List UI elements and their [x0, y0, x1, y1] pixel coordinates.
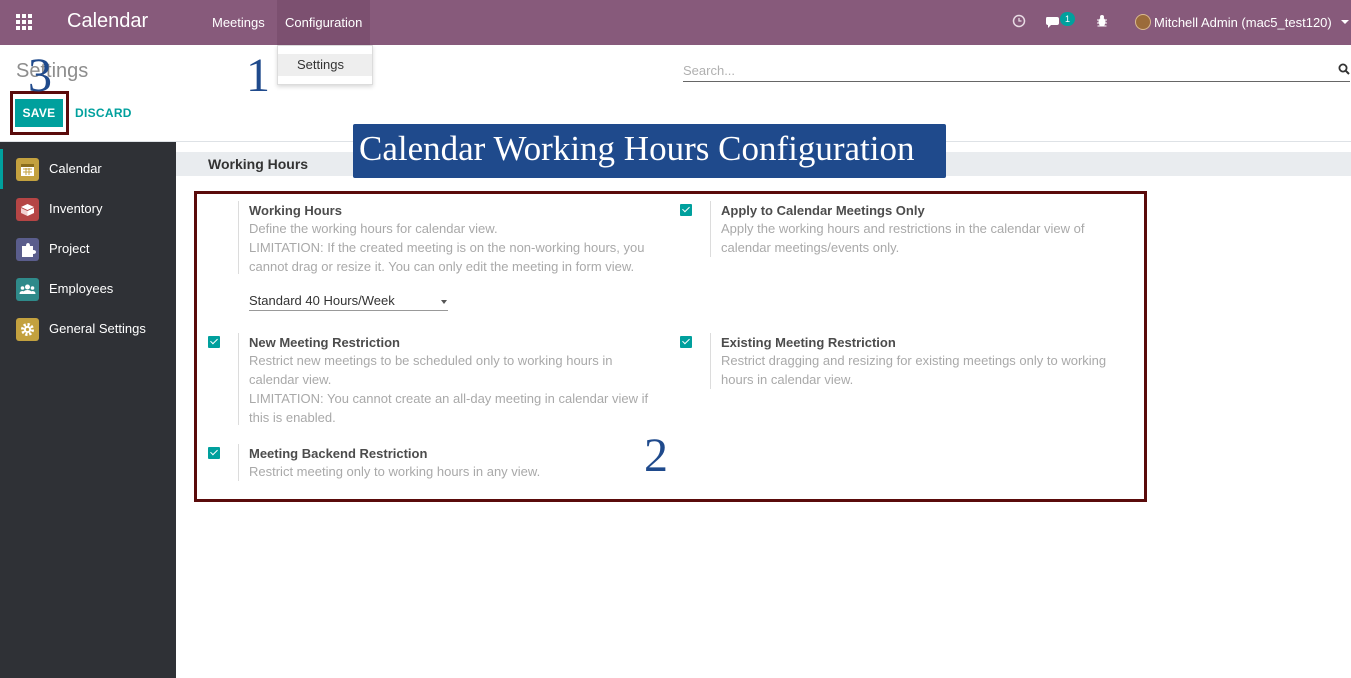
inventory-icon: [16, 198, 39, 221]
debug-bug-icon[interactable]: [1096, 14, 1108, 28]
sidebar-item-label: General Settings: [49, 321, 146, 336]
sidebar-item-label: Project: [49, 241, 90, 256]
new-meeting-restriction-checkbox[interactable]: [208, 336, 220, 348]
sidebar-item-label: Employees: [49, 281, 114, 296]
gear-icon: [16, 318, 39, 341]
setting-desc-apply-calendar: Apply the working hours and restrictions…: [721, 221, 1085, 255]
search-icon[interactable]: [1338, 63, 1350, 75]
messages-icon[interactable]: [1045, 15, 1061, 29]
dropdown-item-settings[interactable]: Settings: [278, 54, 372, 76]
setting-desc-new-meeting: Restrict new meetings to be scheduled on…: [249, 353, 649, 425]
save-button[interactable]: SAVE: [15, 99, 63, 127]
messages-count-badge: 1: [1060, 12, 1075, 26]
setting-desc-backend-restriction: Restrict meeting only to working hours i…: [249, 464, 541, 479]
sidebar-item-employees[interactable]: Employees: [0, 269, 176, 309]
sidebar-item-calendar[interactable]: Calendar: [0, 149, 176, 189]
settings-sidebar: Calendar Inventory Project Employees Gen…: [0, 142, 176, 678]
sidebar-item-project[interactable]: Project: [0, 229, 176, 269]
section-title: Working Hours: [208, 156, 309, 172]
puzzle-icon: [16, 238, 39, 261]
people-icon: [16, 278, 39, 301]
chevron-down-icon[interactable]: [1341, 20, 1349, 24]
calendar-icon: [16, 158, 39, 181]
divider: [710, 333, 711, 389]
sidebar-item-label: Calendar: [49, 161, 102, 176]
user-avatar[interactable]: [1135, 14, 1151, 30]
sidebar-item-general-settings[interactable]: General Settings: [0, 309, 176, 349]
setting-title-existing-meeting: Existing Meeting Restriction: [721, 335, 896, 350]
annotation-step-3: 3: [28, 49, 52, 102]
setting-title-working-hours: Working Hours: [249, 203, 342, 218]
apply-calendar-only-checkbox[interactable]: [680, 204, 692, 216]
discard-button[interactable]: DISCARD: [75, 106, 132, 120]
setting-desc-existing-meeting: Restrict dragging and resizing for exist…: [721, 353, 1107, 387]
setting-title-backend-restriction: Meeting Backend Restriction: [249, 446, 428, 461]
menu-meetings[interactable]: Meetings: [204, 0, 273, 45]
meeting-backend-restriction-checkbox[interactable]: [208, 447, 220, 459]
chevron-down-icon[interactable]: [441, 300, 447, 304]
divider: [710, 201, 711, 257]
menu-configuration[interactable]: Configuration: [277, 0, 371, 45]
top-navbar: Calendar Meetings Configuration 1 Mitche…: [0, 0, 1351, 45]
annotation-step-1: 1: [246, 49, 270, 102]
setting-title-apply-calendar: Apply to Calendar Meetings Only: [721, 203, 925, 218]
setting-desc-working-hours: Define the working hours for calendar vi…: [249, 221, 645, 274]
setting-title-new-meeting: New Meeting Restriction: [249, 335, 400, 350]
page-title: Settings: [16, 60, 89, 82]
divider: [238, 333, 239, 425]
caption-banner: Calendar Working Hours Configuration: [353, 124, 946, 178]
user-menu-name[interactable]: Mitchell Admin (mac5_test120): [1154, 15, 1332, 30]
annotation-step-2: 2: [644, 429, 668, 482]
configuration-dropdown: Settings: [277, 45, 373, 85]
working-hours-select[interactable]: Standard 40 Hours/Week: [249, 293, 448, 311]
search-input[interactable]: [683, 60, 1350, 82]
apps-menu-icon[interactable]: [16, 14, 34, 30]
existing-meeting-restriction-checkbox[interactable]: [680, 336, 692, 348]
sidebar-item-label: Inventory: [49, 201, 103, 216]
divider: [238, 201, 239, 274]
app-name[interactable]: Calendar: [67, 10, 148, 33]
activity-clock-icon[interactable]: [1012, 14, 1026, 28]
divider: [238, 444, 239, 481]
sidebar-item-inventory[interactable]: Inventory: [0, 189, 176, 229]
